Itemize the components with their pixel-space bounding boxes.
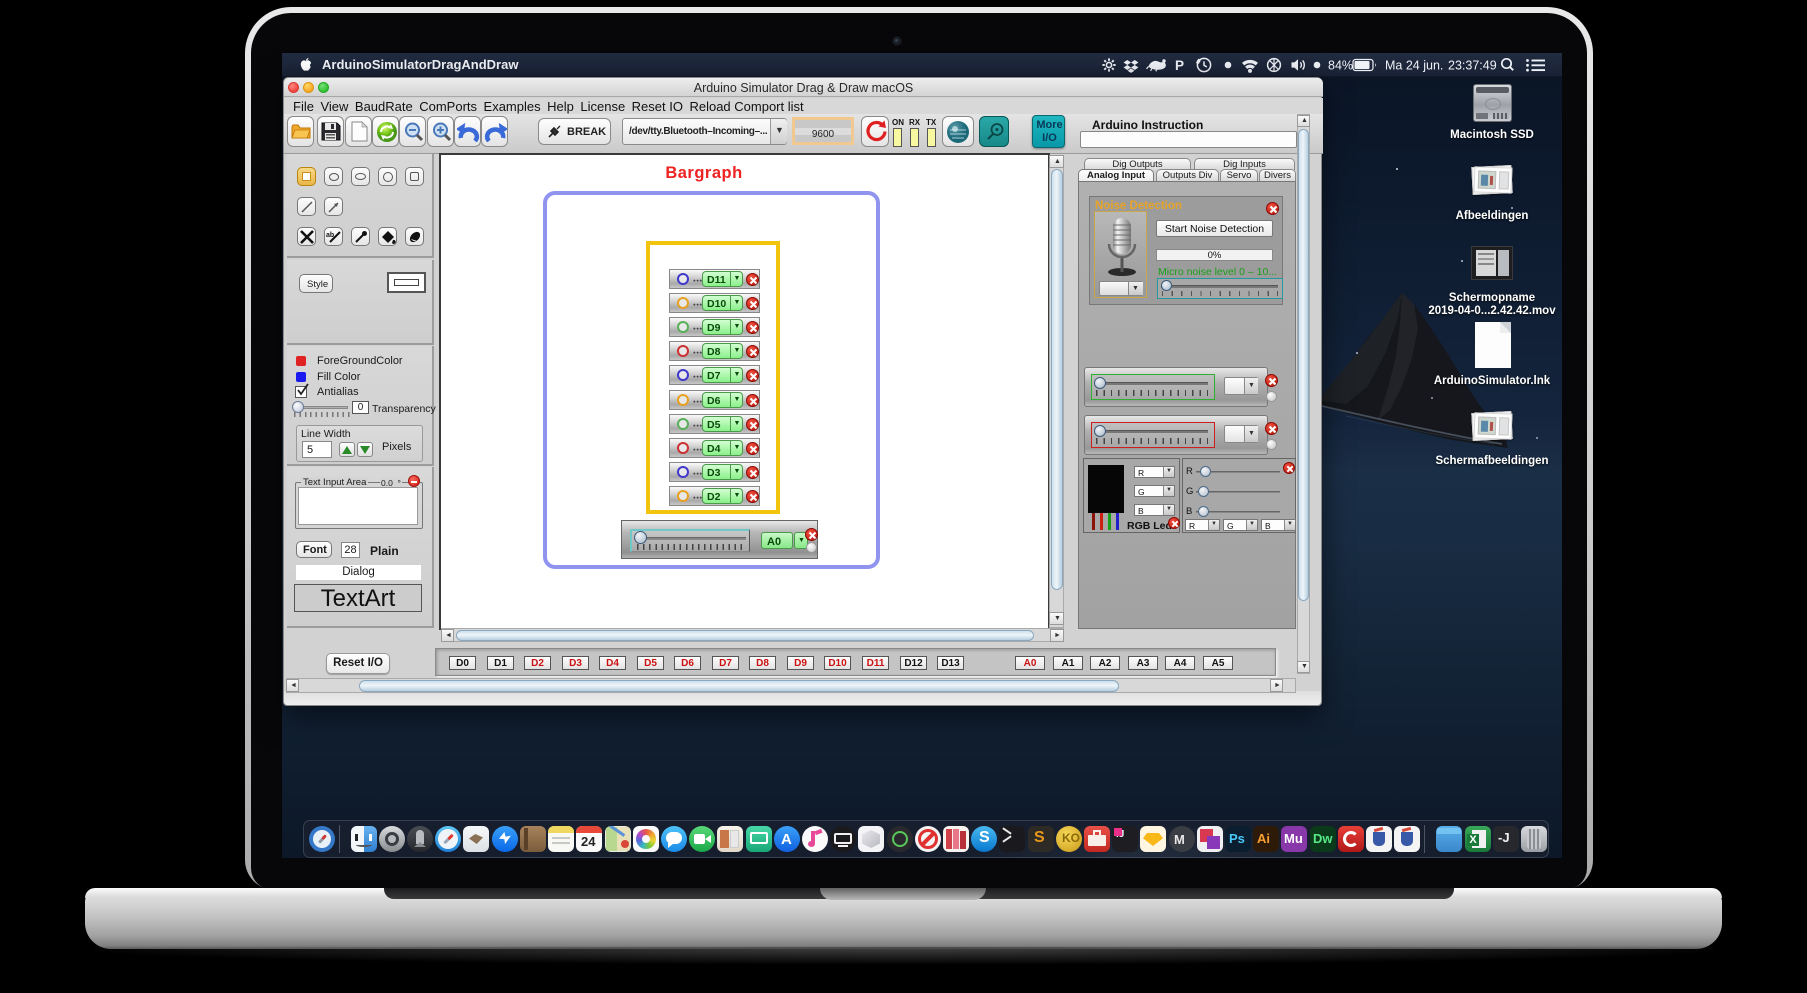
svg-text:P: P [1175,58,1184,73]
svg-text:23:37:49: 23:37:49 [1448,59,1497,73]
svg-text:Ma 24 jun.: Ma 24 jun. [1385,59,1443,73]
svg-text:84%: 84% [1328,59,1353,73]
